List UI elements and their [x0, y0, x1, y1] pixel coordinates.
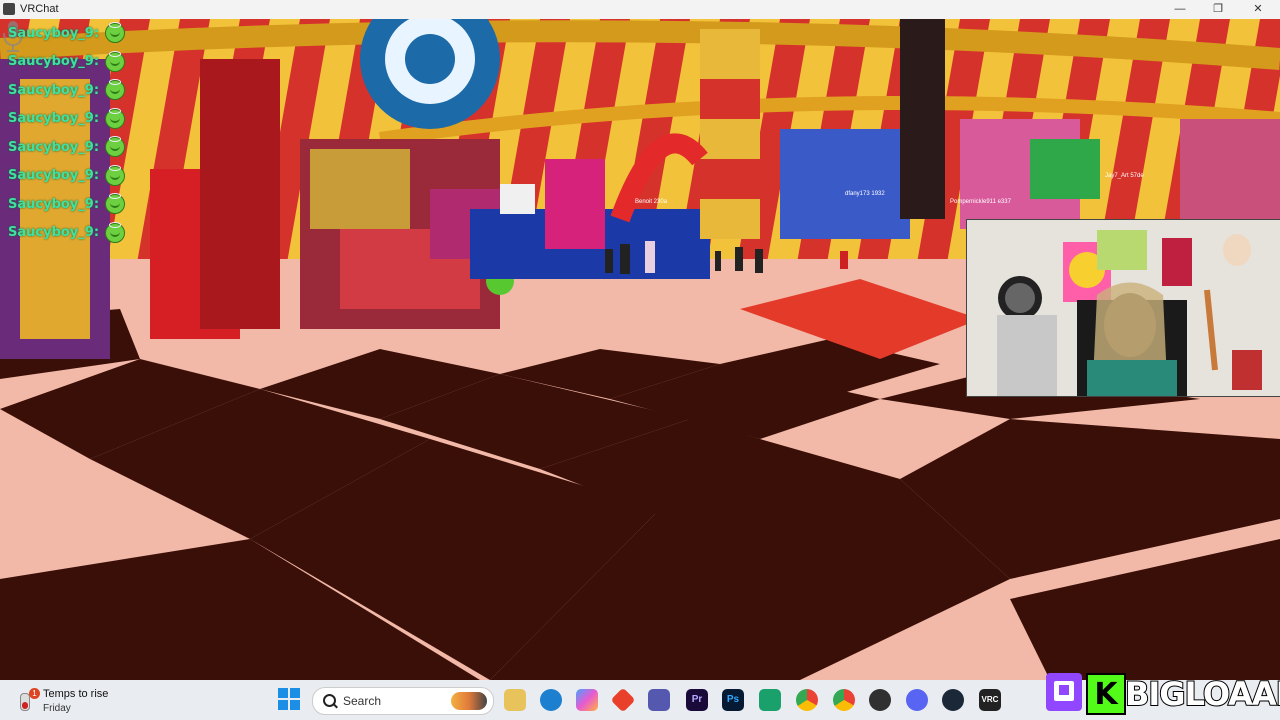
- obs-icon[interactable]: [869, 689, 891, 711]
- chat-username: Saucyboy_9:: [8, 82, 100, 98]
- chat-username: Saucyboy_9:: [8, 25, 100, 41]
- window-title-bar: VRChat — ❐ ✕: [0, 0, 1280, 19]
- nameplate-3: dfany173 1932: [845, 191, 885, 197]
- chrome-icon[interactable]: [796, 689, 818, 711]
- angel-emote-icon: [105, 221, 126, 243]
- start-button[interactable]: [278, 688, 300, 710]
- copilot-icon[interactable]: [576, 689, 598, 711]
- kick-logo-icon: K: [1086, 673, 1126, 715]
- file-explorer-icon[interactable]: [504, 689, 526, 711]
- vrchat-app-icon: [3, 3, 15, 15]
- taskbar-search[interactable]: Search: [312, 687, 494, 715]
- notification-badge: 1: [29, 688, 40, 699]
- angel-emote-icon: [105, 164, 126, 186]
- teams-icon[interactable]: [648, 689, 670, 711]
- chat-username: Saucyboy_9:: [8, 139, 100, 155]
- chat-message: Saucyboy_9:: [8, 19, 126, 48]
- edge-icon[interactable]: [540, 689, 562, 711]
- weather-widget[interactable]: 1 Temps to rise Friday: [14, 685, 174, 715]
- weather-title: Temps to rise: [43, 688, 109, 700]
- close-button[interactable]: ✕: [1238, 0, 1278, 19]
- chat-username: Saucyboy_9:: [8, 196, 100, 212]
- chat-message: Saucyboy_9:: [8, 48, 126, 77]
- restore-button[interactable]: ❐: [1198, 0, 1238, 19]
- angel-emote-icon: [105, 22, 126, 44]
- vrchat-icon[interactable]: VRC: [979, 689, 1001, 711]
- nameplate-2: Jay7_Art 57de: [1105, 173, 1144, 179]
- nameplate-1: Pompernickle911 e337: [950, 199, 1012, 205]
- chat-username: Saucyboy_9:: [8, 111, 100, 127]
- chat-username: Saucyboy_9:: [8, 168, 100, 184]
- chat-message: Saucyboy_9:: [8, 76, 126, 105]
- angel-emote-icon: [105, 193, 126, 215]
- photoshop-icon[interactable]: Ps: [722, 689, 744, 711]
- chat-username: Saucyboy_9:: [8, 225, 100, 241]
- window-title: VRChat: [20, 3, 59, 15]
- webcam-feed: [967, 220, 1280, 396]
- minimize-button[interactable]: —: [1160, 0, 1200, 19]
- chat-message: Saucyboy_9:: [8, 162, 126, 191]
- search-highlight-icon: [451, 692, 487, 710]
- nameplate-4: Benoit 230a: [635, 199, 668, 205]
- angel-emote-icon: [105, 136, 126, 158]
- webcam-overlay: [966, 219, 1280, 397]
- app-icon[interactable]: [610, 687, 636, 713]
- chat-message: Saucyboy_9:: [8, 133, 126, 162]
- angel-emote-icon: [105, 50, 126, 72]
- weather-subtitle: Friday: [43, 703, 71, 714]
- chat-username: Saucyboy_9:: [8, 54, 100, 70]
- streamer-watermark: K BIGLOAAF: [1042, 667, 1280, 720]
- chat-message: Saucyboy_9:: [8, 190, 126, 219]
- chat-message: Saucyboy_9:: [8, 219, 126, 248]
- angel-emote-icon: [105, 107, 126, 129]
- steam-icon[interactable]: [942, 689, 964, 711]
- chrome2-icon[interactable]: [833, 689, 855, 711]
- premiere-icon[interactable]: Pr: [686, 689, 708, 711]
- chat-message: Saucyboy_9:: [8, 105, 126, 134]
- angel-emote-icon: [105, 79, 126, 101]
- streamer-name: BIGLOAAF: [1124, 674, 1280, 714]
- chat-overlay: Saucyboy_9: Saucyboy_9: Saucyboy_9: Sauc…: [8, 19, 126, 248]
- search-icon: [323, 694, 336, 707]
- search-placeholder: Search: [343, 694, 382, 708]
- discord-icon[interactable]: [906, 689, 928, 711]
- app2-icon[interactable]: [759, 689, 781, 711]
- twitch-logo-icon: [1046, 673, 1082, 711]
